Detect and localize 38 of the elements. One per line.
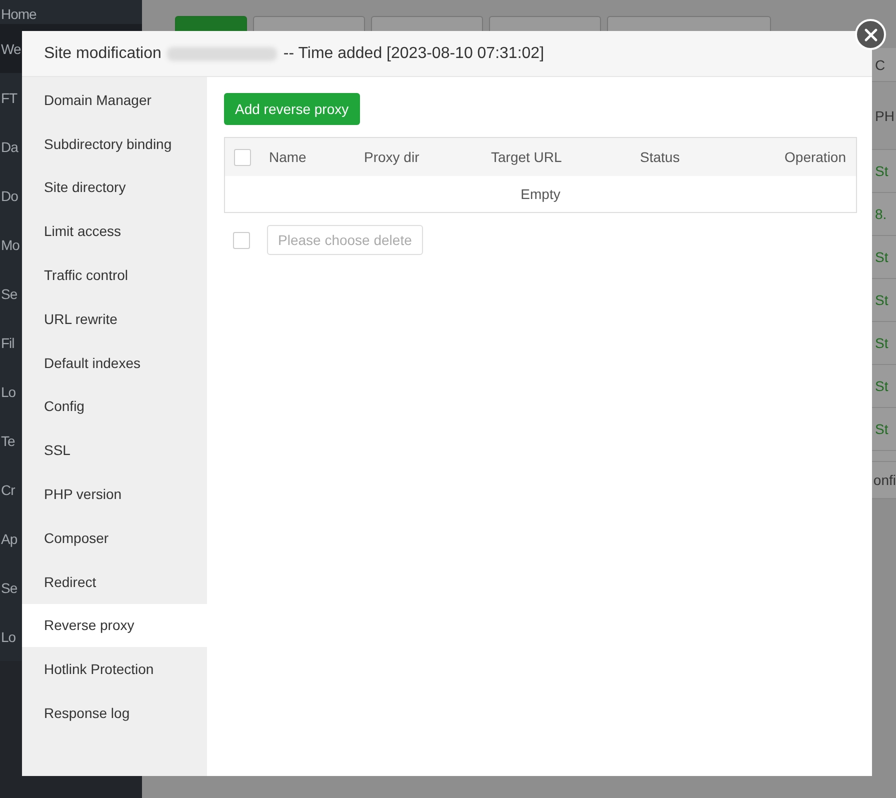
menu-item[interactable]: Redirect [22,560,207,604]
footer-text: onfi [872,472,896,488]
table-cell-text: St [874,421,888,437]
menu-item[interactable]: Traffic control [22,253,207,297]
close-button[interactable] [855,19,886,50]
column-header: Name [269,149,308,165]
column-header: Status [640,149,681,165]
dialog-title: Site modification [44,44,162,62]
menu-item[interactable]: Response log [22,691,207,735]
table-tab[interactable]: C [872,56,886,72]
menu-item[interactable]: Domain Manager [22,78,207,122]
menu-item[interactable]: Composer [22,516,207,560]
menu-item[interactable]: Default indexes [22,340,207,385]
table-cell-text: St [874,249,888,265]
menu-item[interactable]: PHP version [22,472,207,516]
empty-text: Empty [520,185,562,204]
menu-item[interactable]: Hotlink Protection [22,647,207,692]
menu-item[interactable]: SSL [22,428,207,472]
table-cell-text: St [874,163,888,179]
menu-item[interactable]: Config [22,384,207,428]
column-header: Operation [784,149,846,165]
column-header: Proxy dir [364,149,420,165]
menu-item[interactable]: Limit access [22,209,207,254]
nav-item[interactable]: Home [0,0,142,24]
table-cell-text: St [874,292,888,308]
menu-item[interactable]: Site directory [22,166,207,210]
table-cell-text: St [874,378,888,394]
column-header: PH [874,108,894,124]
menu-item[interactable]: Reverse proxy [22,604,207,648]
close-icon [864,28,878,42]
column-header: Target URL [491,149,563,165]
add-reverse-proxy-button[interactable]: Add reverse proxy [224,93,360,125]
checkbox[interactable] [234,148,251,166]
table-cell-text: 8. [874,206,887,222]
time-added: -- Time added [2023-08-10 07:31:02] [283,44,544,62]
menu-item[interactable]: URL rewrite [22,296,207,341]
menu-item[interactable]: Subdirectory binding [22,122,207,166]
table-cell-text: St [874,335,888,351]
